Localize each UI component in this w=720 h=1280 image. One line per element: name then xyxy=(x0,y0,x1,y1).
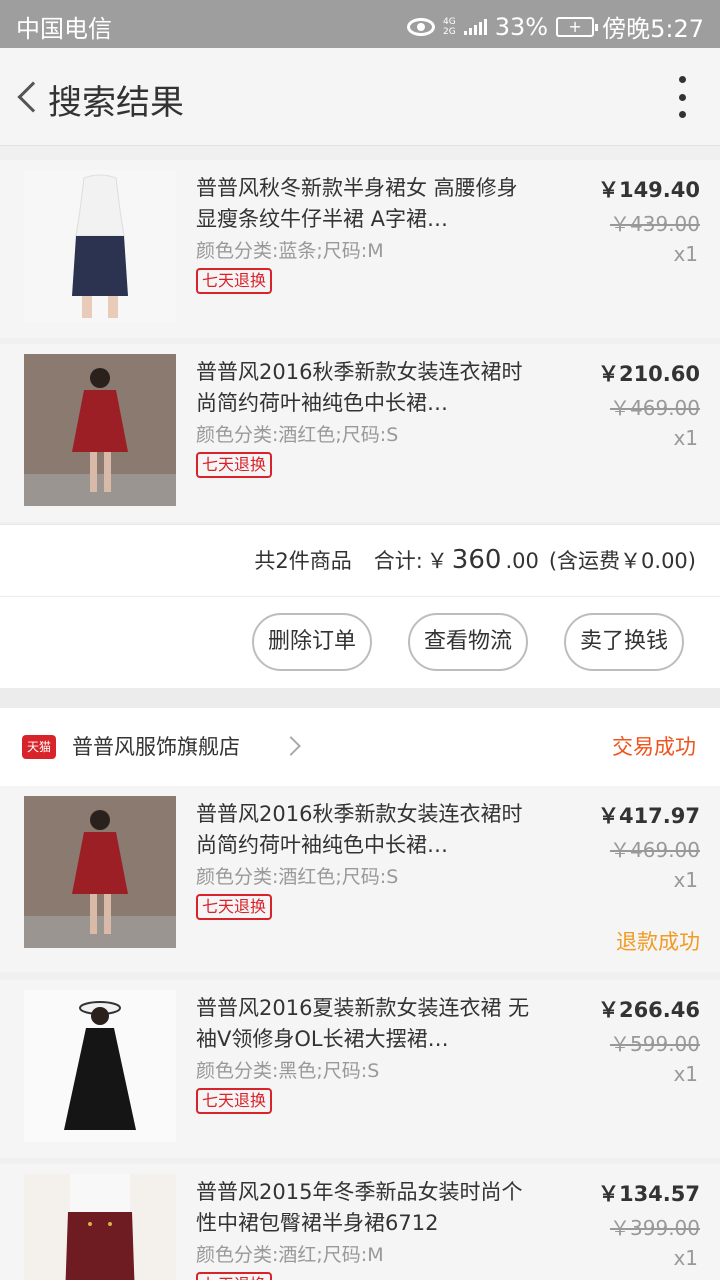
store-header[interactable]: 天猫 普普风服饰旗舰店 交易成功 xyxy=(0,708,720,786)
resell-button[interactable]: 卖了换钱 xyxy=(564,613,685,671)
product-price: ￥210.60 xyxy=(597,362,700,386)
total-label: 合计: xyxy=(373,549,423,573)
signal-icon xyxy=(463,18,487,35)
store-name: 普普风服饰旗舰店 xyxy=(72,735,240,759)
tmall-logo-icon: 天猫 xyxy=(22,735,56,759)
nav-bar: 搜索结果 xyxy=(0,48,720,146)
order-item[interactable]: 普普风2015年冬季新品女装时尚个性中裙包臀裙半身裙6712 颜色分类:酒红;尺… xyxy=(0,1164,720,1280)
network-type-icon: 4G 2G xyxy=(443,16,456,37)
return-policy-badge: 七天退换 xyxy=(196,452,273,478)
item-count: 共2件商品 xyxy=(254,549,352,573)
product-original-price: ￥599.00 xyxy=(610,1032,700,1056)
order-item[interactable]: 普普风2016秋季新款女装连衣裙时尚简约荷叶袖纯色中长裙… 颜色分类:酒红色;尺… xyxy=(0,786,720,972)
product-name: 普普风2016夏装新款女装连衣裙 无袖V领修身OL长裙大摆裙… xyxy=(196,996,530,1051)
product-name: 普普风2016秋季新款女装连衣裙时尚简约荷叶袖纯色中长裙… xyxy=(196,802,523,857)
refund-status: 退款成功 xyxy=(616,930,700,954)
product-price: ￥417.97 xyxy=(597,804,700,828)
product-quantity: x1 xyxy=(673,868,698,892)
product-spec: 颜色分类:黑色;尺码:S xyxy=(196,1060,380,1082)
order-item[interactable]: 普普风秋冬新款半身裙女 高腰修身显瘦条纹牛仔半裙 A字裙… 颜色分类:蓝条;尺码… xyxy=(0,160,720,338)
delete-order-button[interactable]: 删除订单 xyxy=(252,613,373,671)
product-spec: 颜色分类:酒红色;尺码:S xyxy=(196,866,399,888)
return-policy-badge: 七天退换 xyxy=(196,894,273,920)
product-quantity: x1 xyxy=(673,242,698,266)
view-logistics-button[interactable]: 查看物流 xyxy=(408,613,529,671)
product-spec: 颜色分类:酒红色;尺码:S xyxy=(196,424,399,446)
product-price: ￥134.57 xyxy=(597,1182,700,1206)
clock: 傍晚5:27 xyxy=(602,15,704,43)
shipping-fee: (含运费￥0.00) xyxy=(548,549,696,573)
product-original-price: ￥399.00 xyxy=(610,1216,700,1240)
product-original-price: ￥469.00 xyxy=(610,396,700,420)
product-quantity: x1 xyxy=(673,426,698,450)
product-spec: 颜色分类:酒红;尺码:M xyxy=(196,1244,384,1266)
carrier-label: 中国电信 xyxy=(16,15,112,43)
page-title: 搜索结果 xyxy=(48,83,184,123)
product-image xyxy=(24,1174,176,1280)
total-decimal: .00 xyxy=(505,549,539,573)
product-quantity: x1 xyxy=(673,1246,698,1270)
back-button[interactable] xyxy=(8,72,49,122)
order-actions: 删除订单 查看物流 卖了换钱 xyxy=(0,596,720,688)
chevron-right-icon xyxy=(281,736,301,756)
product-original-price: ￥439.00 xyxy=(610,212,700,236)
product-original-price: ￥469.00 xyxy=(610,838,700,862)
chevron-left-icon xyxy=(17,81,49,113)
order-status: 交易成功 xyxy=(612,735,696,759)
order-item[interactable]: 普普风2016夏装新款女装连衣裙 无袖V领修身OL长裙大摆裙… 颜色分类:黑色;… xyxy=(0,980,720,1158)
eye-comfort-icon xyxy=(407,17,436,36)
product-image xyxy=(24,990,176,1142)
product-price: ￥266.46 xyxy=(597,998,700,1022)
product-name: 普普风2015年冬季新品女装时尚个性中裙包臀裙半身裙6712 xyxy=(196,1180,523,1235)
order-item[interactable]: 普普风2016秋季新款女装连衣裙时尚简约荷叶袖纯色中长裙… 颜色分类:酒红色;尺… xyxy=(0,344,720,522)
total-integer: 360 xyxy=(451,545,502,575)
product-price: ￥149.40 xyxy=(597,178,700,202)
product-name: 普普风2016秋季新款女装连衣裙时尚简约荷叶袖纯色中长裙… xyxy=(196,360,523,415)
battery-percent: 33% xyxy=(494,12,549,41)
order-summary: 共2件商品 合计: ￥ 360.00 (含运费￥0.00) xyxy=(0,524,720,596)
return-policy-badge: 七天退换 xyxy=(196,1088,273,1114)
product-image xyxy=(24,170,176,322)
more-options-button[interactable] xyxy=(672,76,692,118)
return-policy-badge: 七天退换 xyxy=(196,268,273,294)
battery-icon: + xyxy=(556,16,599,37)
product-spec: 颜色分类:蓝条;尺码:M xyxy=(196,240,384,262)
status-bar: 中国电信 4G 2G 33% + 傍晚5:27 xyxy=(0,0,720,48)
product-name: 普普风秋冬新款半身裙女 高腰修身显瘦条纹牛仔半裙 A字裙… xyxy=(196,176,518,231)
product-image xyxy=(24,796,176,948)
total-currency: ￥ xyxy=(426,549,448,573)
return-policy-badge: 七天退换 xyxy=(196,1272,273,1280)
product-quantity: x1 xyxy=(673,1062,698,1086)
order-divider xyxy=(0,688,720,708)
product-image xyxy=(24,354,176,506)
